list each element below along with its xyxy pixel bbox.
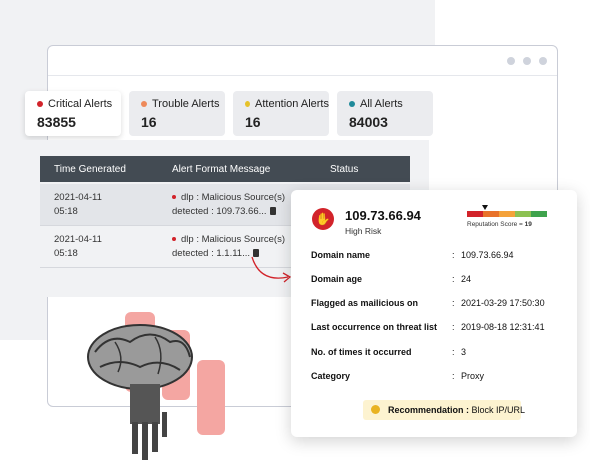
tab-count: 83855 [37, 114, 76, 130]
tab-critical-alerts[interactable]: Critical Alerts 83855 [25, 91, 121, 136]
tab-trouble-alerts[interactable]: Trouble Alerts 16 [129, 91, 225, 136]
brain-illustration [87, 324, 193, 460]
tab-label: Attention Alerts [255, 98, 329, 110]
column-header-message[interactable]: Alert Format Message [172, 164, 270, 175]
field-value: Proxy [461, 371, 485, 381]
reputation-segment [467, 211, 483, 217]
tab-label: Critical Alerts [48, 98, 113, 110]
status-dot-icon [349, 101, 355, 107]
field-colon: : [452, 274, 455, 284]
cell-time-generated: 2021-04-11 05:18 [54, 192, 102, 217]
field-label: Domain name [311, 250, 371, 260]
file-icon[interactable] [269, 207, 276, 215]
hand-stop-icon: ✋ [312, 208, 334, 230]
field-label: Category [311, 371, 351, 381]
ip-address: 109.73.66.94 [345, 208, 421, 223]
browser-dot-icon[interactable] [539, 57, 547, 65]
reputation-bar [467, 211, 547, 217]
status-dot-icon [141, 101, 147, 107]
field-colon: : [452, 347, 455, 357]
risk-level: High Risk [345, 226, 382, 236]
alert-tabs: Critical Alerts 83855 Trouble Alerts 16 … [25, 91, 433, 136]
column-header-time[interactable]: Time Generated [54, 164, 126, 175]
field-colon: : [452, 371, 455, 381]
field-label: Flagged as mailicious on [311, 298, 419, 308]
cell-alert-message: dlp : Malicious Source(s) detected : 109… [172, 192, 286, 217]
field-value: 2021-03-29 17:50:30 [461, 298, 545, 308]
tab-all-alerts[interactable]: All Alerts 84003 [337, 91, 433, 136]
reputation-segment [499, 211, 515, 217]
field-value: 2019-08-18 12:31:41 [461, 322, 545, 332]
tab-label: Trouble Alerts [152, 98, 220, 110]
recommendation-badge[interactable]: Recommendation : Block IP/URL [363, 400, 525, 420]
connector-arrow [251, 256, 292, 283]
severity-dot-icon [172, 237, 176, 242]
field-value: 24 [461, 274, 472, 284]
browser-dot-icon[interactable] [523, 57, 531, 65]
status-dot-icon [245, 101, 250, 107]
tab-count: 84003 [349, 114, 388, 130]
reputation-segment [515, 211, 531, 217]
cell-time-generated: 2021-04-11 05:18 [54, 234, 102, 259]
field-value: 109.73.66.94 [461, 250, 514, 260]
field-label: Last occurrence on threat list [311, 322, 438, 332]
field-label: Domain age [311, 274, 363, 284]
tab-count: 16 [141, 114, 157, 130]
reputation-segment [531, 211, 547, 217]
tab-attention-alerts[interactable]: Attention Alerts 16 [233, 91, 329, 136]
reputation-segment [483, 211, 499, 217]
reputation-score: Reputation Score = 19 [467, 221, 532, 228]
reputation-marker [482, 205, 488, 210]
severity-dot-icon [172, 195, 176, 200]
browser-dot-icon[interactable] [507, 57, 515, 65]
field-value: 3 [461, 347, 467, 357]
column-header-status[interactable]: Status [330, 164, 358, 175]
lightbulb-icon [371, 405, 380, 414]
threat-detail-card: ✋ 109.73.66.94 High Risk Reputation Scor… [291, 190, 577, 437]
field-colon: : [452, 298, 455, 308]
field-label: No. of times it occurred [311, 347, 412, 357]
browser-title-bar [48, 46, 557, 76]
field-colon: : [452, 322, 455, 332]
status-dot-icon [37, 101, 43, 107]
tab-label: All Alerts [360, 98, 403, 110]
field-colon: : [452, 250, 455, 260]
table-header: Time Generated Alert Format Message Stat… [40, 156, 410, 182]
tab-count: 16 [245, 114, 261, 130]
